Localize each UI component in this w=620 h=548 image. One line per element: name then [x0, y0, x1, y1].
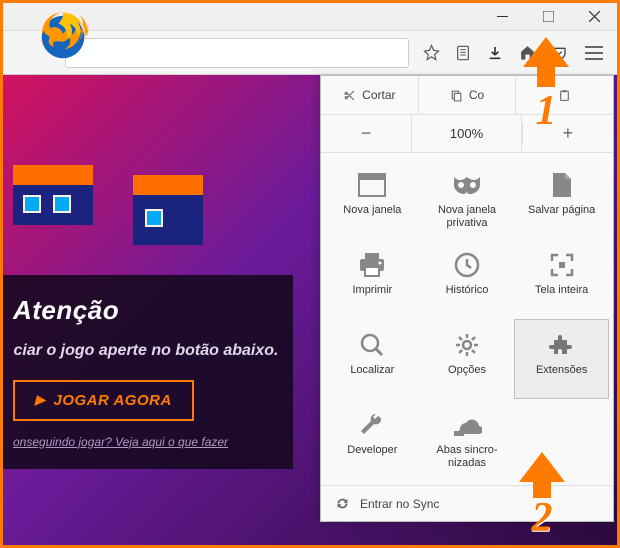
firefox-logo-icon [35, 9, 91, 65]
save-page-item[interactable]: Salvar página [514, 159, 609, 239]
menu-items-grid: Nova janela Nova janela privativa Salvar… [321, 153, 613, 485]
minimize-button[interactable] [479, 3, 525, 31]
synced-tabs-item[interactable]: Abas sincro-nizadas [420, 399, 515, 479]
private-window-item[interactable]: Nova janela privativa [420, 159, 515, 239]
navigation-toolbar [3, 31, 617, 75]
play-now-button[interactable]: JOGAR AGORA [13, 380, 194, 421]
maximize-button[interactable] [525, 3, 571, 31]
page-icon [545, 170, 579, 200]
fullscreen-icon [545, 250, 579, 280]
zoom-controls-row: − 100% + [321, 115, 613, 153]
magnify-icon [355, 330, 389, 360]
reading-list-icon[interactable] [447, 37, 479, 69]
developer-item[interactable]: Developer [325, 399, 420, 479]
options-item[interactable]: Opções [420, 319, 515, 399]
dialog-heading: Atenção [13, 295, 279, 326]
new-window-item[interactable]: Nova janela [325, 159, 420, 239]
bookmark-star-icon[interactable] [415, 37, 447, 69]
copy-button[interactable]: Co [418, 76, 516, 114]
window-titlebar [3, 3, 617, 31]
attention-dialog: Atenção ciar o jogo aperte no botão abai… [3, 275, 293, 469]
pocket-icon[interactable] [543, 37, 575, 69]
mask-icon [450, 170, 484, 200]
zoom-level[interactable]: 100% [411, 115, 521, 152]
puzzle-icon [545, 330, 579, 360]
addons-item[interactable]: Extensões [514, 319, 609, 399]
paste-button[interactable] [515, 76, 613, 114]
gear-icon [450, 330, 484, 360]
sync-icon [335, 496, 350, 511]
menu-footer: Entrar no Sync [321, 485, 613, 521]
find-item[interactable]: Localizar [325, 319, 420, 399]
zoom-out-button[interactable]: − [321, 123, 411, 144]
new-window-icon [355, 170, 389, 200]
zoom-in-button[interactable]: + [522, 123, 613, 144]
copy-icon [450, 89, 463, 102]
home-icon[interactable] [511, 37, 543, 69]
close-button[interactable] [571, 3, 617, 31]
downloads-icon[interactable] [479, 37, 511, 69]
address-bar[interactable] [65, 38, 409, 68]
cut-button[interactable]: Cortar [321, 76, 418, 114]
wrench-icon [355, 410, 389, 440]
print-item[interactable]: Imprimir [325, 239, 420, 319]
edit-controls-row: Cortar Co [321, 76, 613, 115]
sync-signin-item[interactable]: Entrar no Sync [321, 486, 613, 521]
firefox-window: Atenção ciar o jogo aperte no botão abai… [0, 0, 620, 548]
scissors-icon [343, 89, 356, 102]
fullscreen-item[interactable]: Tela inteira [514, 239, 609, 319]
help-link[interactable]: onseguindo jogar? Veja aqui o que fazer [13, 435, 279, 449]
printer-icon [355, 250, 389, 280]
hamburger-menu-button[interactable] [575, 34, 613, 72]
main-menu-panel: Cortar Co − 100% + Nova janela Nova jane… [320, 75, 614, 522]
clock-icon [450, 250, 484, 280]
cloud-tabs-icon [450, 410, 484, 440]
history-item[interactable]: Histórico [420, 239, 515, 319]
dialog-text: ciar o jogo aperte no botão abaixo. [13, 340, 279, 362]
paste-icon [558, 89, 571, 102]
